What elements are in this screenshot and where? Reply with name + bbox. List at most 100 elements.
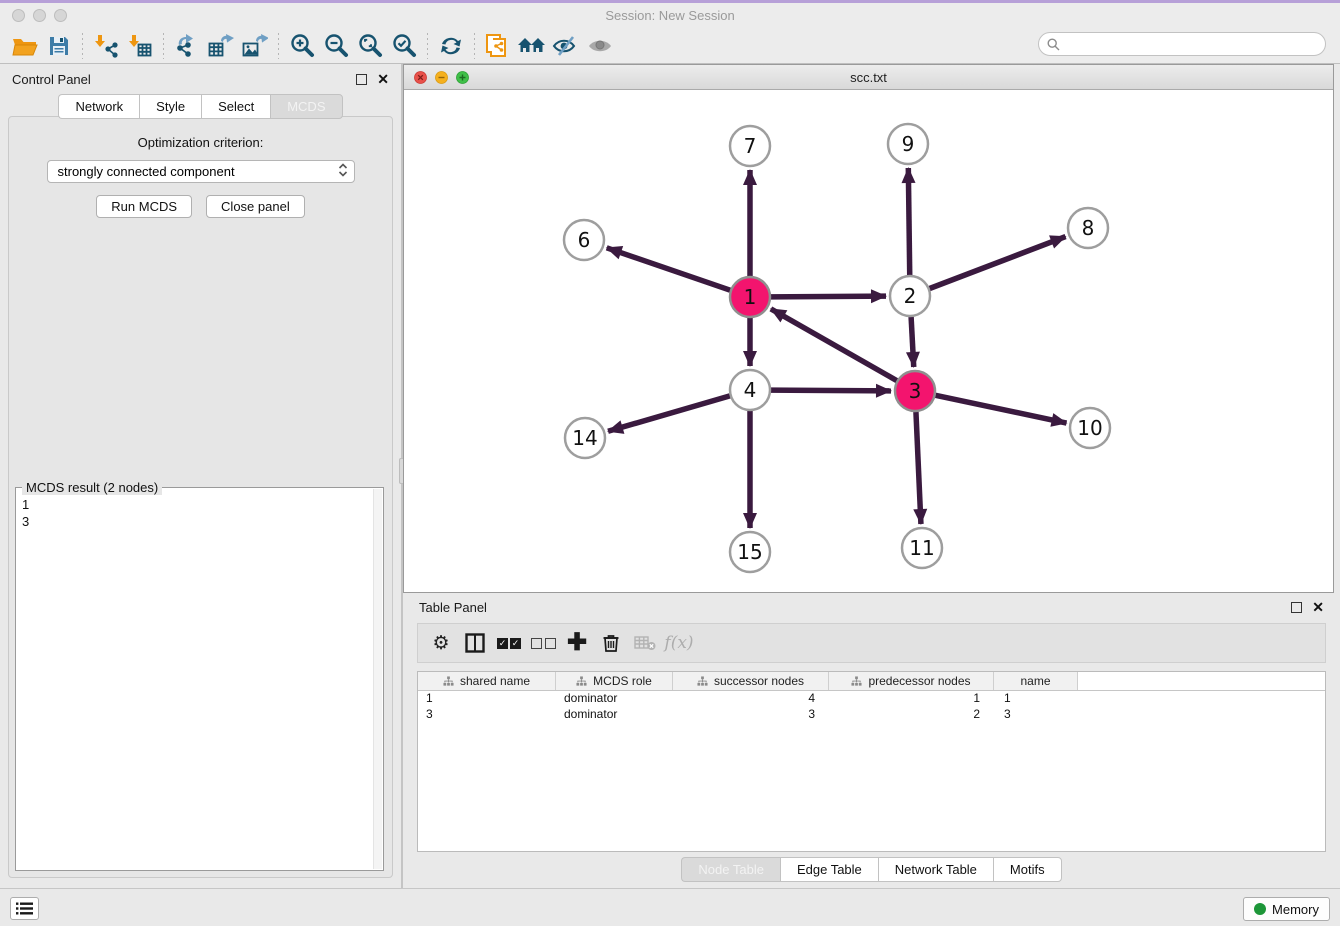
graph-edge-3-1[interactable]: [771, 309, 897, 381]
zoom-fit-icon[interactable]: [353, 31, 387, 61]
graph-edge-4-14[interactable]: [608, 396, 730, 431]
column-header-successor-nodes[interactable]: successor nodes: [673, 672, 829, 690]
graph-node-2[interactable]: 2: [890, 276, 930, 316]
export-table-icon[interactable]: [204, 31, 238, 61]
hide-selected-icon[interactable]: [549, 31, 583, 61]
graph-node-9[interactable]: 9: [888, 124, 928, 164]
graph-node-6[interactable]: 6: [564, 220, 604, 260]
session-title: Session: New Session: [0, 8, 1340, 23]
optimization-criterion-select[interactable]: strongly connected component: [47, 160, 355, 183]
optimization-criterion-value: strongly connected component: [58, 164, 235, 179]
deselect-all-columns-icon[interactable]: [528, 629, 558, 657]
cell-predecessor-nodes[interactable]: 2: [829, 707, 994, 723]
memory-button[interactable]: Memory: [1243, 897, 1330, 921]
svg-text:10: 10: [1077, 416, 1102, 440]
graph-edge-4-3[interactable]: [771, 390, 891, 391]
cell-mcds-role[interactable]: dominator: [556, 691, 673, 707]
memory-status-icon: [1254, 903, 1266, 915]
column-header-predecessor-nodes[interactable]: predecessor nodes: [829, 672, 994, 690]
node-table[interactable]: shared name MCDS role successor nodes pr…: [417, 671, 1326, 852]
import-network-icon[interactable]: [89, 31, 123, 61]
graph-edge-1-2[interactable]: [771, 296, 886, 297]
mcds-result-title: MCDS result (2 nodes): [22, 480, 162, 495]
tab-edge-table[interactable]: Edge Table: [780, 857, 878, 882]
column-header-shared-name[interactable]: shared name: [418, 672, 556, 690]
cell-mcds-role[interactable]: dominator: [556, 707, 673, 723]
tab-mcds[interactable]: MCDS: [270, 94, 342, 119]
float-panel-icon[interactable]: [356, 74, 367, 85]
list-icon: [16, 902, 33, 915]
delete-column-icon[interactable]: [596, 629, 626, 657]
graph-edge-2-8[interactable]: [930, 237, 1066, 289]
settings-gear-icon[interactable]: ⚙: [426, 629, 456, 657]
cell-shared-name[interactable]: 1: [418, 691, 556, 707]
graph-node-7[interactable]: 7: [730, 126, 770, 166]
show-task-history-button[interactable]: [10, 897, 39, 920]
cell-predecessor-nodes[interactable]: 1: [829, 691, 994, 707]
apply-layout-icon[interactable]: [434, 31, 468, 61]
close-table-panel-icon[interactable]: ✕: [1312, 600, 1324, 614]
cell-name[interactable]: 1: [994, 691, 1078, 707]
tab-select[interactable]: Select: [201, 94, 270, 119]
column-header-mcds-role[interactable]: MCDS role: [556, 672, 673, 690]
tab-style[interactable]: Style: [139, 94, 201, 119]
graph-node-11[interactable]: 11: [902, 528, 942, 568]
graph-edge-2-3[interactable]: [911, 317, 914, 367]
network-close-icon[interactable]: [414, 71, 427, 84]
search-field[interactable]: [1038, 32, 1326, 56]
tab-motifs[interactable]: Motifs: [993, 857, 1062, 882]
zoom-in-icon[interactable]: [285, 31, 319, 61]
close-panel-button[interactable]: Close panel: [206, 195, 305, 218]
first-neighbors-icon[interactable]: [515, 31, 549, 61]
graph-node-15[interactable]: 15: [730, 532, 770, 572]
table-row[interactable]: 1 dominator 4 1 1: [418, 691, 1325, 707]
table-row[interactable]: 3 dominator 3 2 3: [418, 707, 1325, 723]
column-header-name[interactable]: name: [994, 672, 1078, 690]
open-session-icon[interactable]: [8, 31, 42, 61]
graph-edge-2-9[interactable]: [908, 168, 909, 275]
graph-node-3[interactable]: 3: [895, 371, 935, 411]
select-all-columns-icon[interactable]: ✓✓: [494, 629, 524, 657]
clone-network-icon[interactable]: [481, 31, 515, 61]
show-all-icon[interactable]: [583, 31, 617, 61]
svg-text:1: 1: [744, 285, 757, 309]
result-scrollbar[interactable]: [373, 489, 382, 869]
cell-shared-name[interactable]: 3: [418, 707, 556, 723]
add-column-icon[interactable]: ✚: [562, 629, 592, 657]
cell-successor-nodes[interactable]: 3: [673, 707, 829, 723]
search-input[interactable]: [1065, 37, 1305, 51]
graph-node-1[interactable]: 1: [730, 277, 770, 317]
zoom-out-icon[interactable]: [319, 31, 353, 61]
close-panel-icon[interactable]: ✕: [377, 72, 389, 86]
table-toolbar: ⚙ ✓✓ ✚ f(x): [417, 623, 1326, 663]
cell-successor-nodes[interactable]: 4: [673, 691, 829, 707]
graph-edge-3-10[interactable]: [936, 395, 1067, 423]
graph-node-8[interactable]: 8: [1068, 208, 1108, 248]
graph-edge-3-11[interactable]: [916, 412, 921, 524]
network-window-title: scc.txt: [404, 70, 1333, 85]
network-minimize-icon[interactable]: [435, 71, 448, 84]
network-window-titlebar[interactable]: scc.txt: [404, 65, 1333, 90]
export-network-icon[interactable]: [170, 31, 204, 61]
graph-edge-1-6[interactable]: [607, 248, 730, 290]
import-table-icon[interactable]: [123, 31, 157, 61]
tab-network[interactable]: Network: [58, 94, 139, 119]
network-maximize-icon[interactable]: [456, 71, 469, 84]
zoom-selected-icon[interactable]: [387, 31, 421, 61]
graph-node-4[interactable]: 4: [730, 370, 770, 410]
network-view-window: scc.txt 7 9 6 8 1 2 4 3 14 10 15 11: [403, 64, 1334, 593]
run-mcds-button[interactable]: Run MCDS: [96, 195, 192, 218]
show-column-icon[interactable]: [460, 629, 490, 657]
network-canvas[interactable]: 7 9 6 8 1 2 4 3 14 10 15 11: [404, 90, 1333, 592]
float-table-panel-icon[interactable]: [1291, 602, 1302, 613]
cell-name[interactable]: 3: [994, 707, 1078, 723]
svg-text:7: 7: [744, 134, 757, 158]
save-session-icon[interactable]: [42, 31, 76, 61]
graph-node-10[interactable]: 10: [1070, 408, 1110, 448]
export-image-icon[interactable]: [238, 31, 272, 61]
toolbar-separator: [278, 33, 279, 59]
mcds-result-text[interactable]: 1 3: [22, 496, 373, 866]
graph-node-14[interactable]: 14: [565, 418, 605, 458]
tab-node-table[interactable]: Node Table: [681, 857, 780, 882]
tab-network-table[interactable]: Network Table: [878, 857, 993, 882]
